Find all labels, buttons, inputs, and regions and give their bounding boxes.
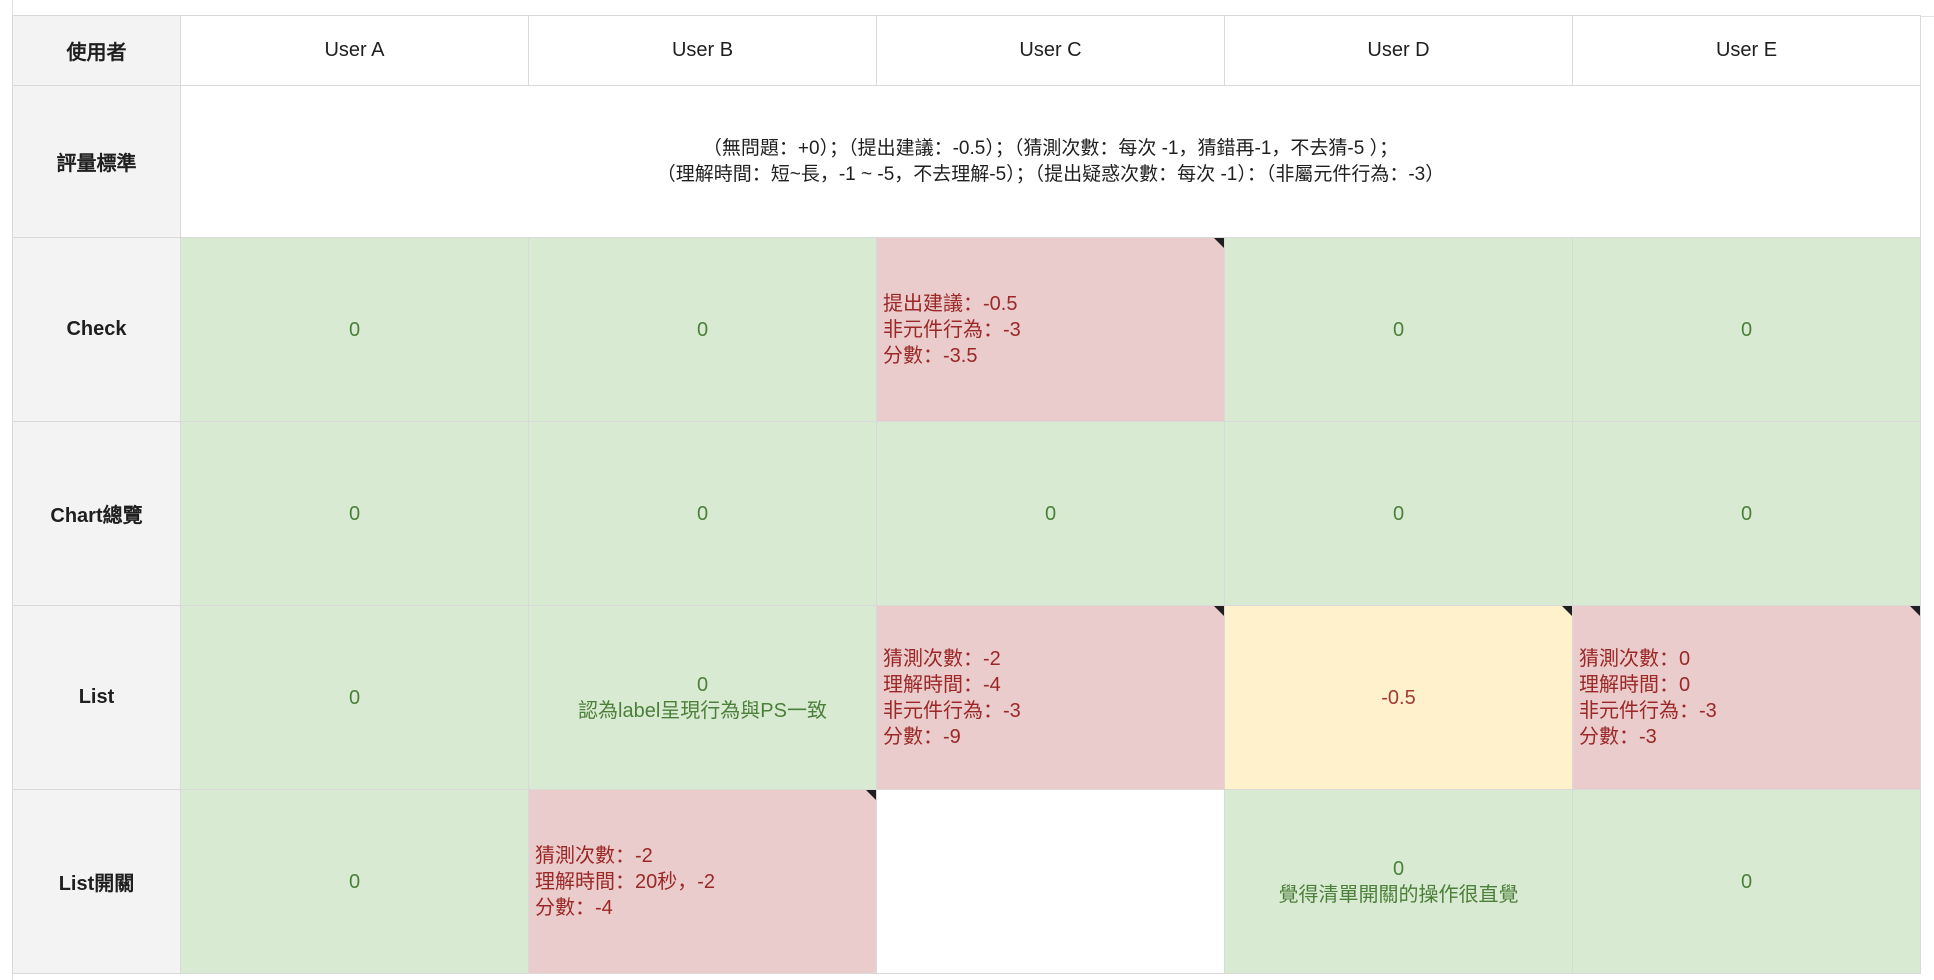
score-cell[interactable]: 0 [528,237,877,422]
score-cell-line: 理解時間：-4 [883,673,1001,696]
criteria-row: 評量標準 （無問題：+0）；（提出建議：-0.5）；（猜測次數：每次 -1，猜錯… [12,85,1921,238]
score-cell-line: 0 [348,870,361,893]
score-cell-line: 覺得清單開關的操作很直覺 [1278,883,1519,906]
row-label-cell[interactable]: List [12,605,181,790]
comment-indicator-icon[interactable] [1910,606,1920,616]
comment-indicator-icon[interactable] [866,790,876,800]
score-cell-line: 理解時間：20秒，-2 [535,870,716,893]
score-cell-line: 分數：-4 [535,896,613,919]
score-cell[interactable]: 0 [180,421,529,606]
row-header-cell[interactable]: 使用者 [12,15,181,86]
score-cell[interactable]: 猜測次數：0 理解時間：0 非元件行為：-3 分數：-3 [1572,605,1921,790]
user-d-label: User D [1367,39,1430,61]
score-cell[interactable]: 0 [180,605,529,790]
table-row-chart-overview: Chart總覽 0 0 0 0 0 [12,421,1921,606]
score-cell[interactable] [876,789,1225,974]
score-cell-line: 分數：-9 [883,725,961,748]
row-header-label: 使用者 [66,42,127,64]
score-cell[interactable]: 0 覺得清單開關的操作很直覺 [1224,789,1573,974]
score-cell-line: 0 [1392,857,1405,880]
criteria-cell[interactable]: （無問題：+0）；（提出建議：-0.5）；（猜測次數：每次 -1，猜錯再-1，不… [180,85,1921,238]
row-label-cell[interactable]: Check [12,237,181,422]
score-cell-line: 0 [1740,318,1753,341]
score-cell-line: 0 [1392,502,1405,525]
score-cell-line: -0.5 [1381,686,1416,709]
score-cell[interactable]: 0 [1572,237,1921,422]
score-cell[interactable]: 猜測次數：-2 理解時間：20秒，-2 分數：-4 [528,789,877,974]
user-b-label: User B [671,39,734,61]
user-e-label: User E [1715,39,1778,61]
evaluation-table: 使用者 User A User B User C User D User E 評… [12,15,1921,974]
score-cell-line: 0 [696,673,709,696]
row-label-cell[interactable]: List開關 [12,789,181,974]
header-row: 使用者 User A User B User C User D User E [12,15,1921,86]
row-label-cell[interactable]: Chart總覽 [12,421,181,606]
score-cell-line: 分數：-3.5 [883,344,978,367]
score-cell-line: 0 [348,686,361,709]
score-cell-line: 非元件行為：-3 [883,699,1021,722]
score-cell-line: 0 [696,318,709,341]
score-cell-line: 0 [1740,502,1753,525]
score-cell-line: 猜測次數：0 [1579,647,1691,670]
score-cell[interactable]: 0 [1572,789,1921,974]
score-cell[interactable]: 0 [876,421,1225,606]
comment-indicator-icon[interactable] [1214,238,1224,248]
column-header-user-a[interactable]: User A [180,15,529,86]
column-header-user-b[interactable]: User B [528,15,877,86]
score-cell-line: 0 [1392,318,1405,341]
table-row-check: Check 0 0 提出建議：-0.5 非元件行為：-3 分數：-3.5 0 0 [12,237,1921,422]
column-header-user-d[interactable]: User D [1224,15,1573,86]
score-cell[interactable]: 0 [180,789,529,974]
score-cell[interactable]: 提出建議：-0.5 非元件行為：-3 分數：-3.5 [876,237,1225,422]
table-row-list-toggle: List開關 0 猜測次數：-2 理解時間：20秒，-2 分數：-4 0 覺得清單開關的操作… [12,789,1921,974]
score-cell[interactable]: -0.5 [1224,605,1573,790]
row-label: List [78,686,115,708]
score-cell-line: 猜測次數：-2 [535,844,653,867]
sheet-bottom-edge [12,970,1934,980]
score-cell-line: 分數：-3 [1579,725,1657,748]
table-row-list: List 0 0 認為label呈現行為與PS一致 猜測次數：-2 理解時間：-4 非元件行… [12,605,1921,790]
column-header-user-c[interactable]: User C [876,15,1225,86]
user-c-label: User C [1019,39,1082,61]
score-cell[interactable]: 0 [1224,421,1573,606]
score-cell-line: 0 [348,318,361,341]
criteria-line-2: （理解時間：短~長，-1 ~ -5，不去理解-5）；（提出疑惑次數：每次 -1）… [656,163,1445,185]
score-cell[interactable]: 0 [180,237,529,422]
score-cell-line: 0 [696,502,709,525]
criteria-label: 評量標準 [56,153,137,175]
score-cell-line: 猜測次數：-2 [883,647,1001,670]
comment-indicator-icon[interactable] [1562,606,1572,616]
score-cell-line: 非元件行為：-3 [883,318,1021,341]
score-cell-line: 理解時間：0 [1579,673,1691,696]
score-cell-line: 非元件行為：-3 [1579,699,1717,722]
row-label: Check [66,318,127,340]
score-cell-line: 0 [1740,870,1753,893]
score-cell[interactable]: 0 [528,421,877,606]
score-cell-line: 認為label呈現行為與PS一致 [578,699,827,722]
score-cell[interactable]: 0 [1224,237,1573,422]
score-cell[interactable]: 0 [1572,421,1921,606]
score-cell[interactable]: 0 認為label呈現行為與PS一致 [528,605,877,790]
comment-indicator-icon[interactable] [1214,606,1224,616]
score-cell[interactable]: 猜測次數：-2 理解時間：-4 非元件行為：-3 分數：-9 [876,605,1225,790]
criteria-line-1: （無問題：+0）；（提出建議：-0.5）；（猜測次數：每次 -1，猜錯再-1，不… [702,137,1399,159]
score-cell-line: 0 [348,502,361,525]
row-label: List開關 [58,873,135,895]
column-header-user-e[interactable]: User E [1572,15,1921,86]
criteria-header-cell[interactable]: 評量標準 [12,85,181,238]
score-cell-line: 提出建議：-0.5 [883,292,1018,315]
row-label: Chart總覽 [50,505,143,527]
score-cell-line: 0 [1044,502,1057,525]
user-a-label: User A [324,39,385,61]
